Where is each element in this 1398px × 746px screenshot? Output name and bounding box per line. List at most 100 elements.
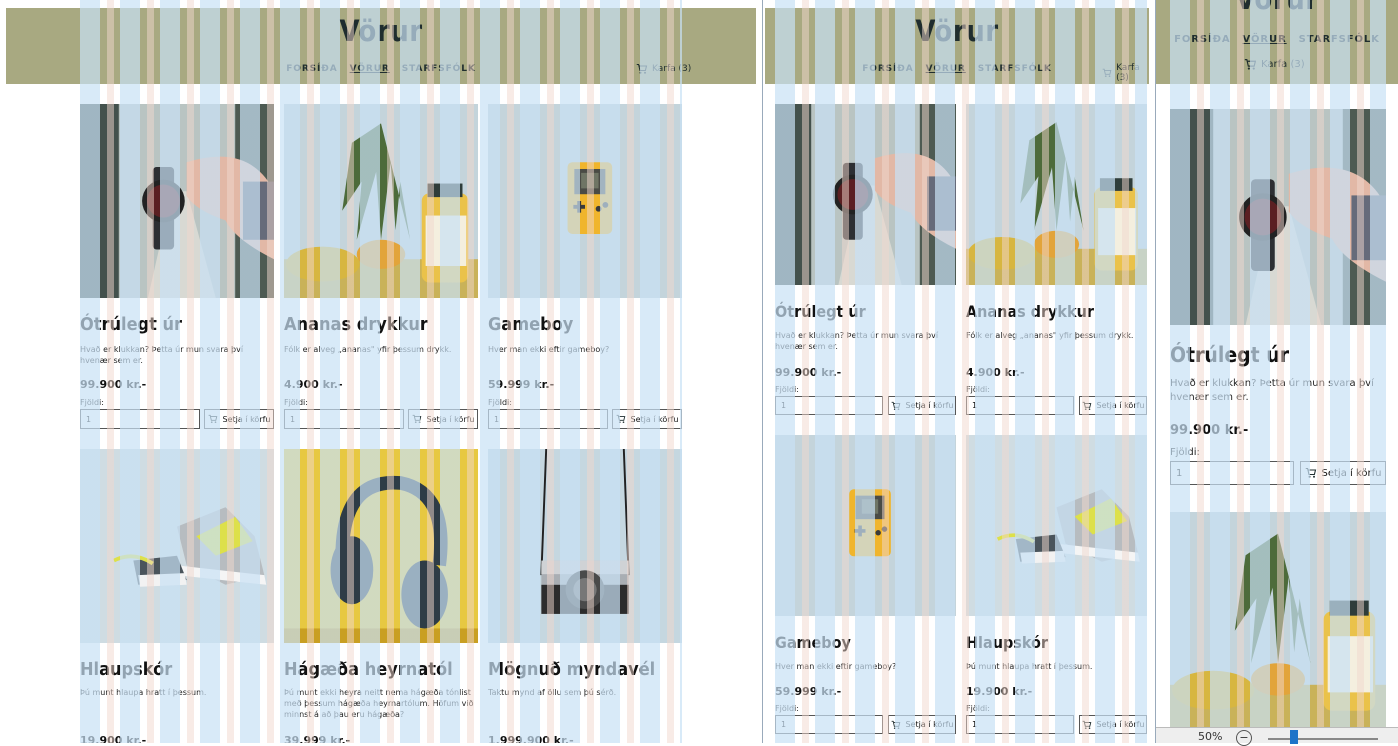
cart-icon xyxy=(1305,467,1317,479)
add-to-cart-button[interactable]: Setja í körfu xyxy=(1079,396,1147,415)
product-image-headphones xyxy=(284,449,478,643)
product-price: 99.900 kr.- xyxy=(775,366,841,379)
add-to-cart-button[interactable]: Setja í körfu xyxy=(204,409,274,429)
product-price: 4.900 kr.- xyxy=(966,366,1025,379)
cart-link[interactable]: Karfa (3) xyxy=(1244,58,1305,71)
cart-icon xyxy=(1102,67,1112,79)
zoom-slider[interactable] xyxy=(1268,738,1378,740)
viewport-desktop: Vörur FORSÍÐA VÖRUR STARFSFÓLK Karfa (3)… xyxy=(0,0,762,743)
product-description: Fólk er alveg „ananas" yfir þessum drykk… xyxy=(966,330,1147,341)
product-price: 4.900 kr.- xyxy=(284,378,343,391)
product-card: Ótrúlegt úr Hvað er klukkan? Þetta úr mu… xyxy=(775,104,956,419)
product-title: Hlaupskór xyxy=(80,659,172,680)
product-image-gameboy xyxy=(775,435,956,616)
product-title: Ótrúlegt úr xyxy=(775,302,866,321)
cart-label: Karfa (3) xyxy=(652,64,691,74)
add-to-cart-button[interactable]: Setja í körfu xyxy=(612,409,682,429)
nav-link-forsida[interactable]: FORSÍÐA xyxy=(286,64,337,74)
quantity-label: Fjöldi: xyxy=(284,398,308,407)
quantity-label: Fjöldi: xyxy=(80,398,104,407)
zoom-out-button[interactable]: − xyxy=(1236,730,1252,746)
add-to-cart-button[interactable]: Setja í körfu xyxy=(408,409,478,429)
quantity-label: Fjöldi: xyxy=(775,704,799,713)
product-price: 19.900 kr.- xyxy=(80,734,146,743)
product-description: Hvað er klukkan? Þetta úr mun svara því … xyxy=(80,344,274,366)
add-to-cart-button[interactable]: Setja í körfu xyxy=(1300,461,1386,485)
product-card: Hágæða heyrnatól Þú munt ekki heyra neit… xyxy=(284,449,478,743)
product-card: Ananas drykkur Fólk er alveg „ananas" yf… xyxy=(284,104,478,434)
nav-link-forsida[interactable]: FORSÍÐA xyxy=(1174,34,1230,45)
zoom-slider-thumb[interactable] xyxy=(1290,730,1298,744)
product-image-sneakers xyxy=(80,449,274,643)
product-price: 59.999 kr.- xyxy=(775,685,841,698)
product-card: Mögnuð myndavél Taktu mynd af öllu sem þ… xyxy=(488,449,682,743)
nav-link-forsida[interactable]: FORSÍÐA xyxy=(862,64,913,74)
site-title: Vörur xyxy=(765,14,1149,48)
quantity-input[interactable]: 1 xyxy=(775,715,883,734)
add-to-cart-label: Setja í körfu xyxy=(906,720,954,729)
quantity-label: Fjöldi: xyxy=(488,398,512,407)
cart-icon xyxy=(1244,58,1257,71)
product-description: Þú munt hlaupa hratt í þessum. xyxy=(966,661,1147,672)
cart-icon xyxy=(412,414,422,424)
add-to-cart-button[interactable]: Setja í körfu xyxy=(888,396,956,415)
nav-link-vorur[interactable]: VÖRUR xyxy=(926,64,966,74)
product-description: Hvað er klukkan? Þetta úr mun svara því … xyxy=(1170,377,1386,405)
product-title: Mögnuð myndavél xyxy=(488,659,655,680)
add-to-cart-button[interactable]: Setja í körfu xyxy=(1079,715,1147,734)
product-image-gameboy xyxy=(488,104,682,298)
nav-link-vorur[interactable]: VÖRUR xyxy=(350,64,390,74)
add-to-cart-button[interactable]: Setja í körfu xyxy=(888,715,956,734)
product-description: Fólk er alveg „ananas" yfir þessum drykk… xyxy=(284,344,478,355)
product-image-pineapple-juice xyxy=(1170,512,1386,728)
product-image-camera xyxy=(488,449,682,643)
product-title: Ótrúlegt úr xyxy=(80,314,182,335)
viewport-tablet: Vörur FORSÍÐA VÖRUR STARFSFÓLK Karfa (3)… xyxy=(763,0,1155,743)
quantity-label: Fjöldi: xyxy=(966,385,990,394)
product-description: Hver man ekki eftir gameboy? xyxy=(775,661,956,672)
zoom-level: 50% xyxy=(1198,730,1222,743)
product-description: Taktu mynd af öllu sem þú sérð. xyxy=(488,687,682,698)
cart-icon xyxy=(208,414,218,424)
nav-link-starfsfolk[interactable]: STARFSFÓLK xyxy=(1299,34,1380,45)
product-card: Hlaupskór Þú munt hlaupa hratt í þessum.… xyxy=(80,449,274,743)
main-nav: FORSÍÐA VÖRUR STARFSFÓLK xyxy=(765,64,1149,74)
product-description: Þú munt hlaupa hratt í þessum. xyxy=(80,687,274,698)
product-image-watch xyxy=(80,104,274,298)
product-price: 99.900 kr.- xyxy=(80,378,146,391)
nav-link-starfsfolk[interactable]: STARFSFÓLK xyxy=(978,64,1052,74)
cart-icon xyxy=(891,401,901,411)
product-image-pineapple-juice xyxy=(966,104,1147,285)
product-description: Hvað er klukkan? Þetta úr mun svara því … xyxy=(775,330,956,352)
zoom-control: 50% − xyxy=(1156,727,1398,743)
quantity-input[interactable]: 1 xyxy=(80,409,200,429)
site-header: Vörur FORSÍÐA VÖRUR STARFSFÓLK Karfa (3) xyxy=(765,8,1149,84)
quantity-input[interactable]: 1 xyxy=(488,409,608,429)
quantity-input[interactable]: 1 xyxy=(284,409,404,429)
cart-link[interactable]: Karfa (3) xyxy=(636,63,691,75)
quantity-input[interactable]: 1 xyxy=(966,396,1074,415)
product-card xyxy=(1170,512,1386,728)
product-card: Ótrúlegt úr Hvað er klukkan? Þetta úr mu… xyxy=(1170,109,1386,499)
add-to-cart-label: Setja í körfu xyxy=(1097,401,1145,410)
quantity-input[interactable]: 1 xyxy=(775,396,883,415)
site-title: Vörur xyxy=(1156,0,1398,16)
cart-icon xyxy=(1082,720,1092,730)
product-price: 39.999 kr.- xyxy=(284,734,350,743)
add-to-cart-label: Setja í körfu xyxy=(427,415,475,424)
product-price: 99.900 kr.- xyxy=(1170,423,1248,438)
product-title: Hlaupskór xyxy=(966,633,1048,652)
cart-icon xyxy=(891,720,901,730)
cart-link[interactable]: Karfa (3) xyxy=(1102,63,1149,83)
cart-icon xyxy=(636,63,648,75)
quantity-label: Fjöldi: xyxy=(966,704,990,713)
nav-link-vorur[interactable]: VÖRUR xyxy=(1243,34,1287,45)
product-price: 59.999 kr.- xyxy=(488,378,554,391)
product-title: Hágæða heyrnatól xyxy=(284,659,453,680)
product-card: Gameboy Hver man ekki eftir gameboy? 59.… xyxy=(488,104,682,434)
product-card: Gameboy Hver man ekki eftir gameboy? 59.… xyxy=(775,435,956,743)
quantity-input[interactable]: 1 xyxy=(1170,461,1294,485)
nav-link-starfsfolk[interactable]: STARFSFÓLK xyxy=(402,64,476,74)
quantity-label: Fjöldi: xyxy=(775,385,799,394)
quantity-input[interactable]: 1 xyxy=(966,715,1074,734)
